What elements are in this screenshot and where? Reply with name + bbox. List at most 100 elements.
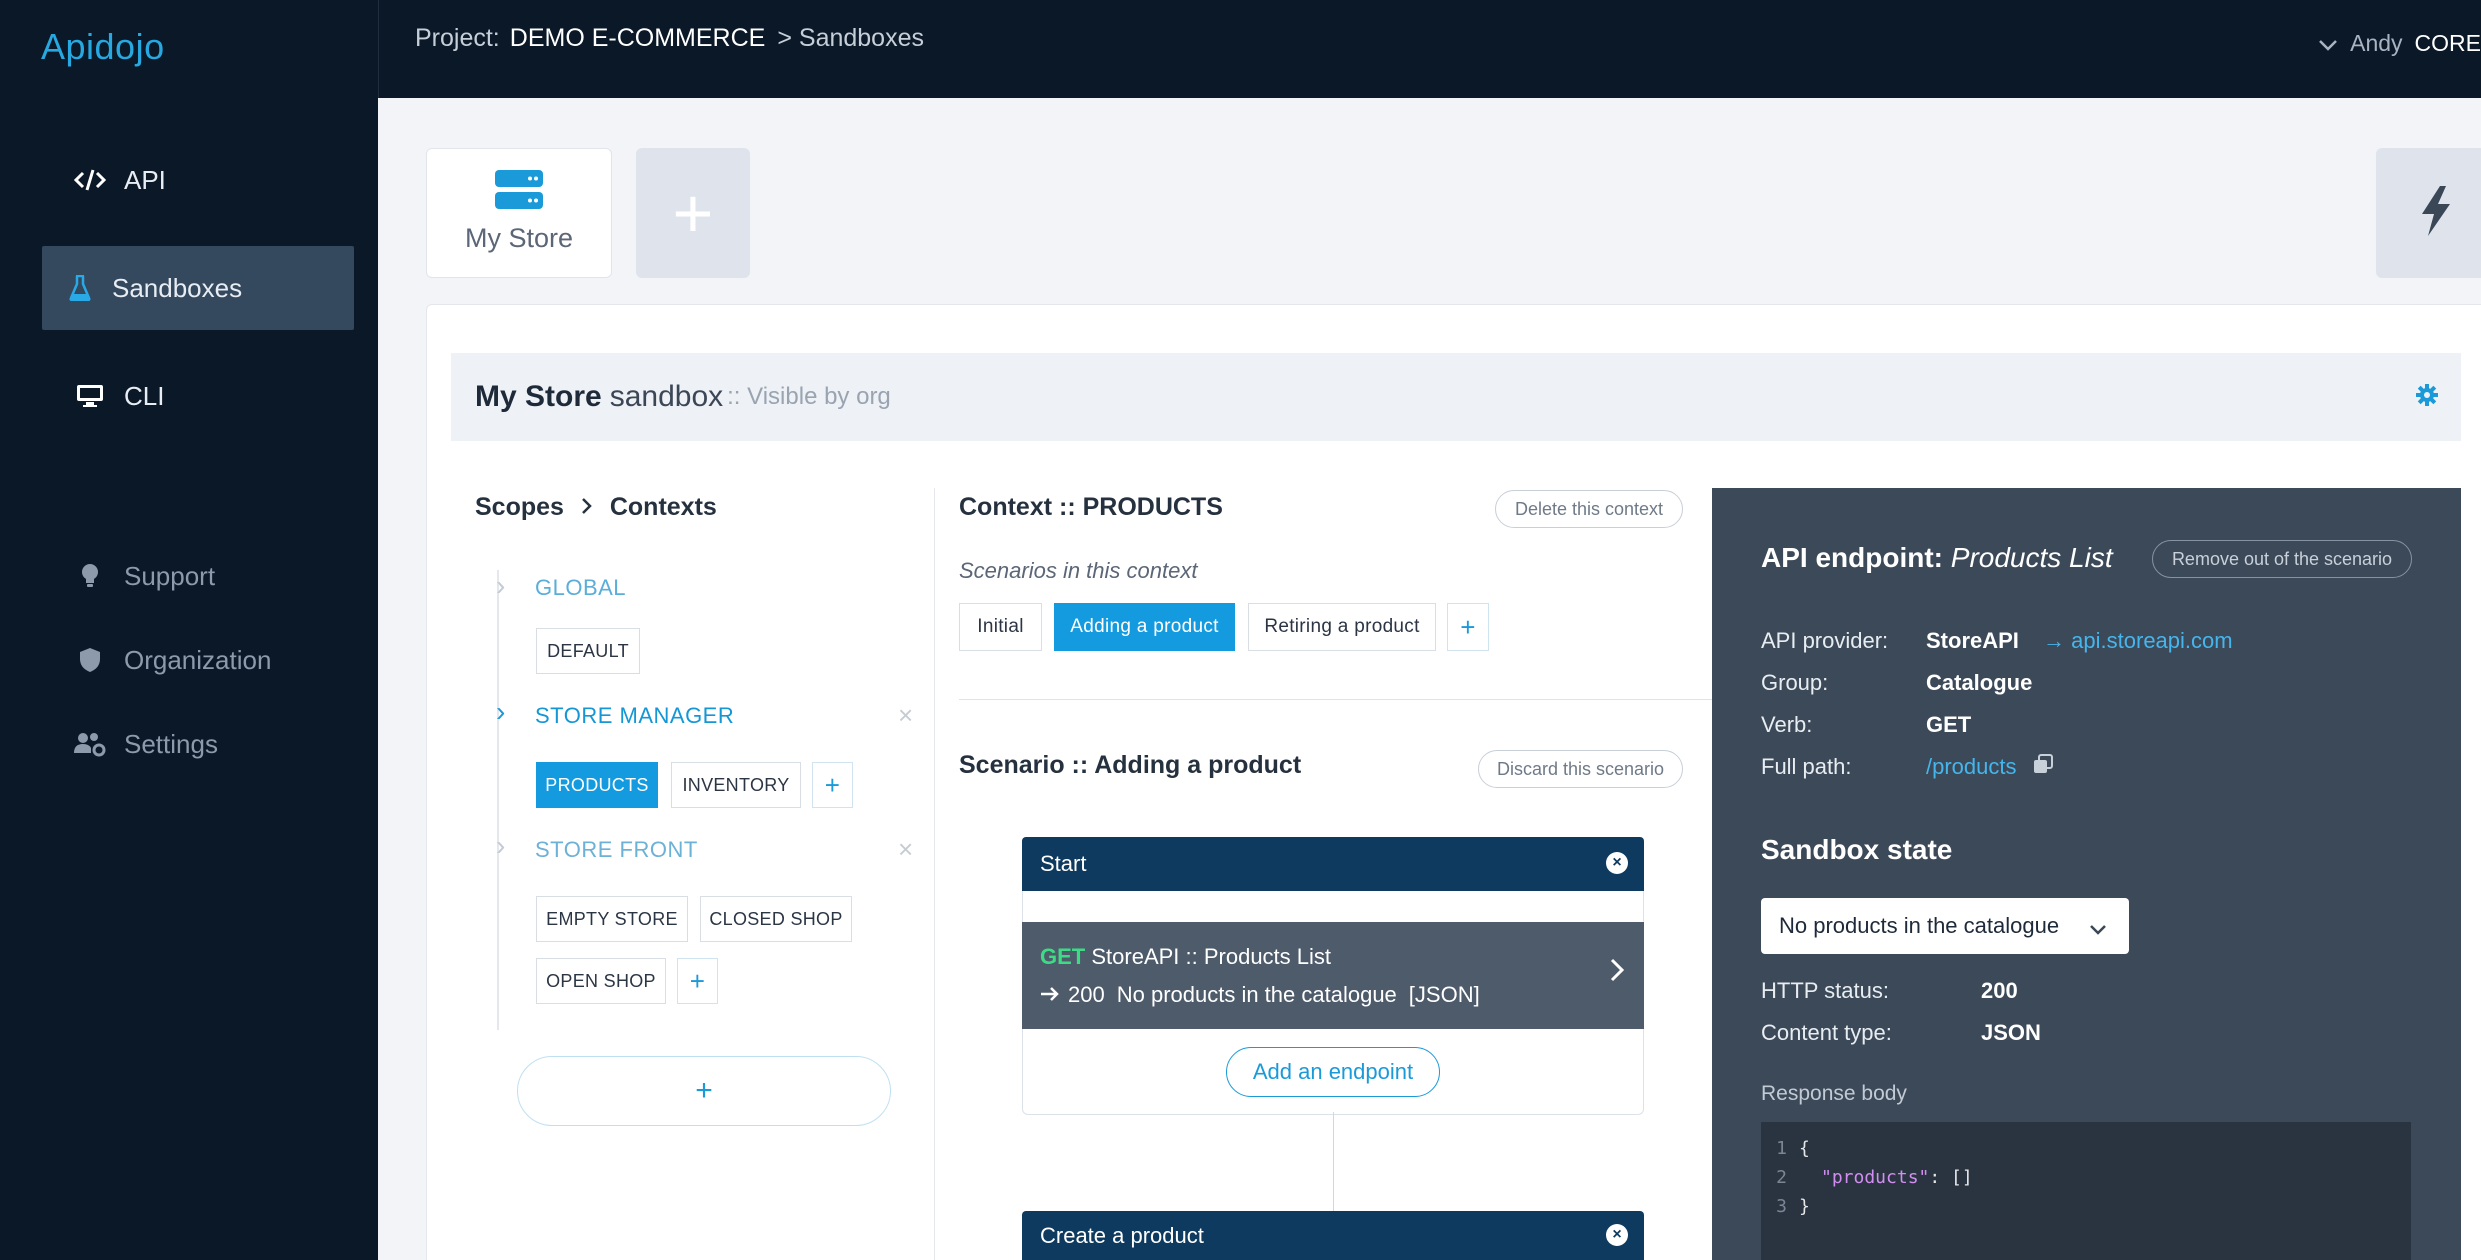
- scenarios-label: Scenarios in this context: [959, 558, 1198, 583]
- scenario-tab-initial[interactable]: Initial: [959, 603, 1042, 651]
- sandbox-state-value: No products in the catalogue: [1779, 913, 2060, 938]
- contexts-title: Contexts: [609, 493, 717, 521]
- chevron-right-icon[interactable]: ›: [496, 570, 505, 602]
- api-path-row: Full path: /products: [1761, 754, 2053, 780]
- context-title: Context :: PRODUCTS: [959, 493, 1223, 521]
- sidebar-item-label: Organization: [124, 644, 272, 675]
- sidebar-item-support[interactable]: Support: [42, 534, 354, 618]
- scopes-breadcrumb: Scopes Contexts: [475, 493, 717, 522]
- sidebar-item-organization[interactable]: Organization: [42, 618, 354, 702]
- close-icon[interactable]: ×: [1606, 852, 1628, 874]
- sidebar-item-label: CLI: [124, 380, 165, 411]
- scope-store-manager[interactable]: STORE MANAGER: [535, 703, 734, 729]
- scenario-tab-adding-a-product[interactable]: Adding a product: [1054, 603, 1235, 651]
- lightbulb-icon: [66, 563, 114, 589]
- sidebar-item-sandboxes[interactable]: Sandboxes: [42, 246, 354, 330]
- step-create-product-label: Create a product: [1040, 1222, 1204, 1248]
- sandbox-tile-my-store[interactable]: My Store: [426, 148, 612, 278]
- code-key: "products": [1821, 1167, 1930, 1188]
- sandbox-tile-label: My Store: [464, 223, 574, 253]
- endpoint-state: No products in the catalogue: [1116, 982, 1397, 1007]
- code-text: : []: [1929, 1167, 1973, 1188]
- sidebar-item-cli[interactable]: CLI: [42, 354, 354, 438]
- user-menu[interactable]: Andy CORE: [2318, 30, 2481, 57]
- api-provider-link[interactable]: → api.storeapi.com: [2043, 628, 2233, 653]
- chevron-down-icon: [2318, 30, 2338, 57]
- http-status-value: 200: [1981, 978, 2018, 1003]
- add-scope-button[interactable]: +: [517, 1056, 891, 1126]
- api-provider-name: StoreAPI: [1926, 628, 2019, 653]
- context-chip-inventory[interactable]: INVENTORY: [671, 762, 801, 808]
- response-body-editor[interactable]: 1{ 2 "products": [] 3}: [1761, 1122, 2411, 1260]
- api-provider-link-text[interactable]: api.storeapi.com: [2071, 628, 2232, 653]
- sidebar-item-label: Settings: [124, 728, 218, 759]
- delete-context-button[interactable]: Delete this context: [1495, 490, 1683, 528]
- line-number: 2: [1776, 1167, 1787, 1188]
- user-name: Andy: [2350, 30, 2403, 56]
- add-context-button[interactable]: +: [812, 762, 853, 808]
- content-type-value: JSON: [1981, 1020, 2041, 1045]
- breadcrumb-prefix: Project:: [415, 24, 500, 52]
- monitor-icon: [66, 384, 114, 408]
- gear-icon[interactable]: [2415, 383, 2439, 412]
- sandbox-kind: sandbox: [609, 380, 724, 413]
- context-chip-products[interactable]: PRODUCTS: [536, 762, 658, 808]
- api-group-value: Catalogue: [1926, 670, 2033, 695]
- http-status-label: HTTP status:: [1761, 978, 1889, 1003]
- api-provider-row: API provider: StoreAPI → api.storeapi.co…: [1761, 628, 2233, 654]
- close-icon[interactable]: ×: [898, 834, 913, 865]
- response-body-label: Response body: [1761, 1082, 1907, 1105]
- sandbox-header: My Store sandbox :: Visible by org: [451, 353, 2461, 441]
- breadcrumb-project[interactable]: DEMO E-COMMERCE: [510, 24, 766, 52]
- scopes-title[interactable]: Scopes: [475, 493, 564, 521]
- sandbox-state-select[interactable]: No products in the catalogue: [1761, 898, 2129, 954]
- context-chip-default[interactable]: DEFAULT: [536, 628, 640, 674]
- close-icon[interactable]: ×: [1606, 1224, 1628, 1246]
- add-scenario-button[interactable]: +: [1447, 603, 1489, 651]
- api-path-value: /products: [1926, 754, 2053, 780]
- chevron-right-icon[interactable]: ›: [496, 696, 505, 728]
- brand-logo[interactable]: Apidojo: [41, 26, 165, 68]
- code-text: {: [1799, 1138, 1810, 1159]
- column-divider: [934, 488, 935, 1260]
- chevron-right-icon[interactable]: ›: [496, 830, 505, 862]
- scenario-tab-retiring-a-product[interactable]: Retiring a product: [1248, 603, 1436, 651]
- flask-icon: [56, 275, 104, 301]
- api-provider-label: API provider:: [1761, 628, 1889, 653]
- sidebar-item-settings[interactable]: Settings: [42, 702, 354, 786]
- breadcrumb-separator: >: [777, 24, 792, 52]
- scope-tree-line: [497, 570, 499, 1030]
- context-chip-closed-shop[interactable]: CLOSED SHOP: [700, 896, 852, 942]
- endpoint-row[interactable]: GET StoreAPI :: Products List 200 No pro…: [1022, 922, 1644, 1029]
- api-verb-row: Verb: GET: [1761, 712, 1971, 738]
- copy-icon[interactable]: [2033, 754, 2053, 779]
- sandbox-name: My Store: [475, 380, 602, 413]
- discard-scenario-button[interactable]: Discard this scenario: [1478, 750, 1683, 788]
- add-context-button[interactable]: +: [677, 958, 718, 1004]
- chevron-right-icon[interactable]: [1610, 958, 1625, 988]
- server-icon: [494, 169, 544, 216]
- api-endpoint-title: API endpoint: Products List: [1761, 542, 2113, 574]
- step-start-label: Start: [1040, 851, 1087, 876]
- sidebar: Apidojo API Sandboxes CLI Support Organi…: [0, 0, 378, 1260]
- remove-from-scenario-button[interactable]: Remove out of the scenario: [2152, 540, 2412, 578]
- quick-action-button[interactable]: [2376, 148, 2481, 278]
- sidebar-item-api[interactable]: API: [42, 138, 354, 222]
- api-title-prefix: API endpoint:: [1761, 542, 1943, 573]
- breadcrumb: Project: DEMO E-COMMERCE > Sandboxes: [415, 24, 924, 53]
- context-chip-empty-store[interactable]: EMPTY STORE: [536, 896, 688, 942]
- api-path-link[interactable]: /products: [1926, 754, 2017, 779]
- endpoint-format: [JSON]: [1408, 982, 1480, 1007]
- endpoint-status: 200: [1068, 982, 1105, 1007]
- chevron-down-icon: [2089, 916, 2107, 942]
- top-bar: Project: DEMO E-COMMERCE > Sandboxes Andy …: [378, 0, 2481, 98]
- scope-global[interactable]: GLOBAL: [535, 575, 626, 601]
- add-endpoint-button[interactable]: Add an endpoint: [1226, 1047, 1440, 1097]
- scope-store-front[interactable]: STORE FRONT: [535, 837, 698, 863]
- api-path-label: Full path:: [1761, 754, 1852, 779]
- api-endpoint-panel: API endpoint: Products List Remove out o…: [1712, 488, 2461, 1260]
- context-chip-open-shop[interactable]: OPEN SHOP: [536, 958, 666, 1004]
- add-sandbox-button[interactable]: +: [636, 148, 750, 278]
- close-icon[interactable]: ×: [898, 700, 913, 731]
- api-title-name: Products List: [1950, 542, 2113, 573]
